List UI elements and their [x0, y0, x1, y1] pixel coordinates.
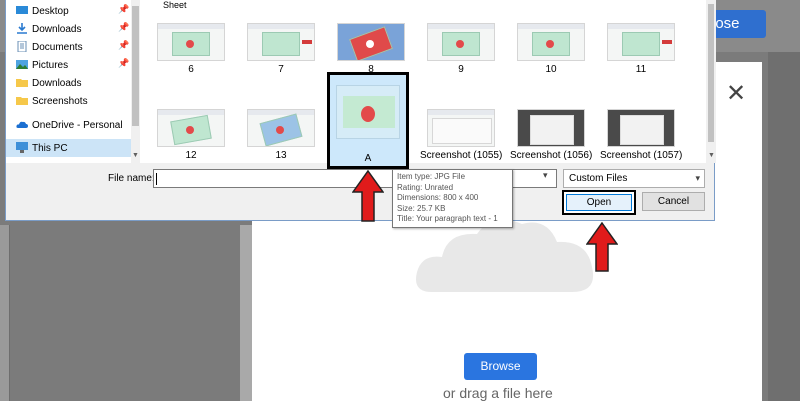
file-tile[interactable]: 7 [240, 20, 320, 94]
scrollbar-thumb[interactable] [132, 6, 139, 126]
nav-item-downloads-folder[interactable]: Downloads [6, 74, 131, 92]
annotation-arrow-up-icon [586, 222, 618, 272]
file-name: Screenshot (1056) [510, 150, 593, 161]
computer-icon [16, 142, 28, 153]
file-thumbnail [336, 85, 400, 139]
nav-item-pictures[interactable]: Pictures 📌 [6, 56, 131, 74]
text-caret [156, 173, 157, 185]
folder-icon [16, 79, 28, 87]
file-info-tooltip: Item type: JPG File Rating: Unrated Dime… [392, 169, 513, 228]
file-name: 9 [458, 64, 464, 75]
nav-item-downloads[interactable]: Downloads 📌 [6, 20, 131, 38]
file-thumbnail [427, 23, 495, 61]
file-tile[interactable]: 11 [600, 20, 680, 94]
nav-item-screenshots[interactable]: Screenshots [6, 92, 131, 110]
file-thumbnail [247, 23, 315, 61]
file-thumbnail [157, 23, 225, 61]
pin-icon: 📌 [118, 4, 130, 14]
file-name: 7 [278, 64, 284, 75]
file-type-select[interactable]: Custom Files ▾ [563, 169, 705, 188]
folder-icon [16, 97, 28, 105]
file-name: Screenshot (1055) [420, 150, 503, 161]
tooltip-size: Size: 25.7 KB [397, 203, 446, 213]
file-tile-selected[interactable]: A [327, 72, 409, 169]
folder-group-label: Sheet [163, 0, 187, 10]
pin-icon: 📌 [118, 40, 130, 50]
editor-sidebar [768, 52, 800, 401]
file-thumbnail [157, 109, 225, 147]
desktop-icon [16, 6, 28, 14]
file-name-label: File name: [108, 173, 155, 184]
nav-item-label: Documents [32, 41, 83, 53]
close-icon[interactable]: ✕ [726, 82, 746, 106]
navigation-pane: Desktop 📌 Downloads 📌 Documents 📌 Pictur… [6, 0, 140, 163]
page-margin [240, 225, 252, 401]
vertical-ruler [0, 225, 10, 401]
file-thumbnail [517, 109, 585, 147]
document-icon [17, 41, 27, 52]
nav-item-label: Pictures [32, 59, 69, 71]
file-thumbnail [337, 23, 405, 61]
tooltip-title: Title: Your paragraph text - 1 [397, 214, 498, 223]
file-tile[interactable]: 10 [510, 20, 590, 94]
nav-item-documents[interactable]: Documents 📌 [6, 38, 131, 56]
nav-item-label: Screenshots [32, 95, 88, 107]
file-name: 11 [635, 64, 647, 75]
nav-item-desktop[interactable]: Desktop 📌 [6, 2, 131, 20]
file-tile[interactable]: 6 [150, 20, 230, 94]
nav-scrollbar[interactable]: ▼ [131, 0, 140, 163]
open-button[interactable]: Open [562, 190, 636, 215]
nav-item-onedrive[interactable]: OneDrive - Personal [6, 116, 131, 134]
cancel-button[interactable]: Cancel [642, 192, 705, 211]
nav-item-label: Desktop [32, 5, 69, 17]
pin-icon: 📌 [118, 58, 130, 68]
open-button-label: Open [566, 194, 632, 211]
file-name: A [364, 153, 372, 164]
file-type-value: Custom Files [569, 173, 628, 184]
file-tile[interactable]: 9 [420, 20, 500, 94]
pictures-icon [16, 60, 28, 69]
nav-item-label: Downloads [32, 77, 82, 89]
nav-item-label: OneDrive - Personal [32, 119, 123, 131]
file-thumbnail [607, 23, 675, 61]
file-scrollbar[interactable]: ▼ [706, 0, 716, 163]
download-icon [17, 23, 27, 34]
nav-item-label: Downloads [32, 23, 82, 35]
chevron-down-icon[interactable]: ▼ [708, 152, 715, 159]
tooltip-rating: Rating: Unrated [397, 182, 454, 192]
file-name: Screenshot (1057) [600, 150, 683, 161]
file-name: 13 [275, 150, 287, 161]
annotation-arrow-up-icon [352, 170, 384, 222]
scrollbar-thumb[interactable] [708, 4, 714, 142]
nav-item-this-pc[interactable]: This PC [6, 139, 131, 157]
tooltip-item-type: Item type: JPG File [397, 172, 466, 181]
file-name: 12 [185, 150, 197, 161]
browse-button[interactable]: Browse [464, 353, 537, 380]
chevron-down-icon[interactable]: ▼ [132, 152, 139, 159]
file-thumbnail [517, 23, 585, 61]
chevron-down-icon: ▾ [695, 173, 700, 183]
tooltip-dimensions: Dimensions: 800 x 400 [397, 193, 479, 202]
cloud-icon [16, 121, 28, 128]
file-thumbnail [427, 109, 495, 147]
file-thumbnail [607, 109, 675, 147]
drag-drop-hint: or drag a file here [443, 385, 553, 401]
file-name: 10 [545, 64, 557, 75]
chevron-down-icon[interactable]: ▾ [543, 170, 548, 181]
pin-icon: 📌 [118, 22, 130, 32]
nav-item-label: This PC [32, 142, 68, 154]
file-thumbnail [247, 109, 315, 147]
file-name: 6 [188, 64, 194, 75]
